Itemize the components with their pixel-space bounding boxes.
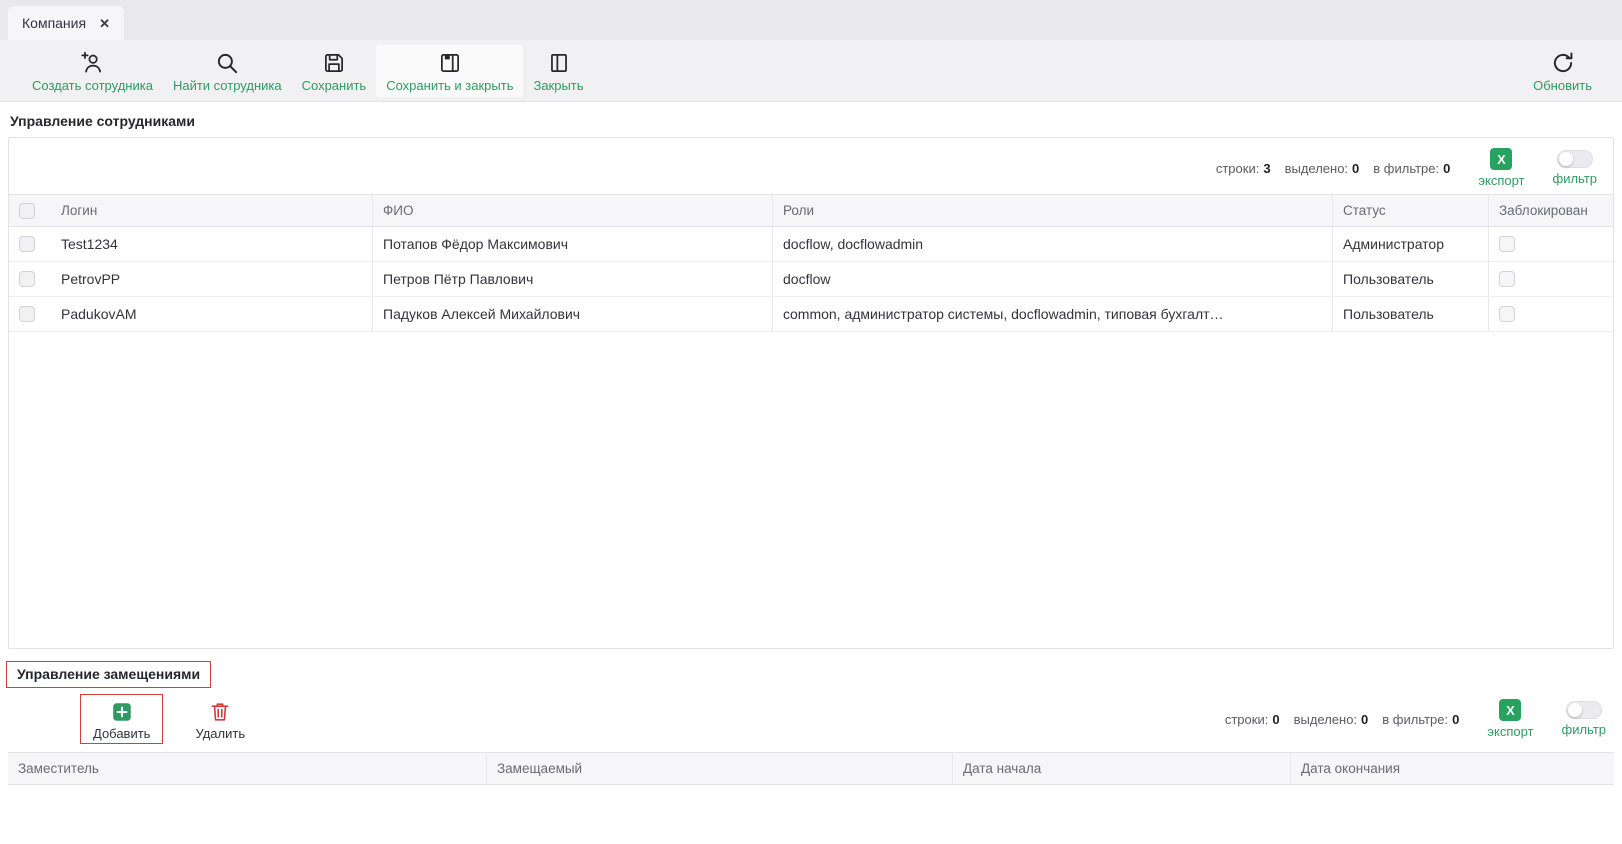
refresh-button[interactable]: Обновить <box>1523 45 1602 97</box>
employees-table-header: Логин ФИО Роли Статус Заблокирован <box>9 194 1613 227</box>
col-login[interactable]: Логин <box>51 195 373 226</box>
tab-label: Компания <box>22 15 86 31</box>
create-employee-label: Создать сотрудника <box>32 78 153 93</box>
find-employee-label: Найти сотрудника <box>173 78 282 93</box>
door-close-icon <box>546 50 572 76</box>
employees-grid-controls: строки:3 выделено:0 в фильтре:0 X экспор… <box>9 138 1613 194</box>
employees-table-empty-area <box>9 332 1613 648</box>
add-label: Добавить <box>93 726 150 741</box>
trash-icon <box>208 700 232 724</box>
substitutions-toolbar: Добавить Удалить строки:0 выделено:0 в ф… <box>0 688 1622 752</box>
selected-stat: выделено:0 <box>1294 712 1369 727</box>
person-add-icon <box>79 50 105 76</box>
header-checkbox-cell <box>9 195 51 226</box>
tab-company[interactable]: Компания ✕ <box>8 6 124 40</box>
filter-toggle[interactable] <box>1566 701 1602 719</box>
save-icon <box>321 50 347 76</box>
substitutions-table-header: Заместитель Замещаемый Дата начала Дата … <box>8 752 1614 785</box>
save-close-icon <box>437 50 463 76</box>
table-row[interactable]: PetrovPP Петров Пётр Павлович docflow По… <box>9 262 1613 297</box>
col-blocked[interactable]: Заблокирован <box>1489 195 1613 226</box>
table-row[interactable]: Test1234 Потапов Фёдор Максимович docflo… <box>9 227 1613 262</box>
col-start-date[interactable]: Дата начала <box>953 753 1291 784</box>
export-control[interactable]: X экспорт <box>1478 148 1524 188</box>
cell-login: PetrovPP <box>51 262 373 296</box>
selected-stat: выделено:0 <box>1285 161 1360 176</box>
blocked-checkbox[interactable] <box>1499 306 1515 322</box>
filter-label: фильтр <box>1562 722 1606 737</box>
add-icon <box>110 700 134 724</box>
excel-export-icon[interactable]: X <box>1490 148 1512 170</box>
save-button[interactable]: Сохранить <box>292 45 377 97</box>
save-and-close-button[interactable]: Сохранить и закрыть <box>376 45 523 97</box>
col-substituted[interactable]: Замещаемый <box>487 753 953 784</box>
cell-status: Пользователь <box>1333 262 1489 296</box>
select-all-checkbox[interactable] <box>19 203 35 219</box>
employees-panel: строки:3 выделено:0 в фильтре:0 X экспор… <box>8 137 1614 649</box>
row-checkbox[interactable] <box>19 236 35 252</box>
row-checkbox[interactable] <box>19 306 35 322</box>
row-checkbox-cell <box>9 227 51 261</box>
substitutions-grid-controls: строки:0 выделено:0 в фильтре:0 X экспор… <box>1225 699 1606 739</box>
tab-bar: Компания ✕ <box>0 0 1622 40</box>
col-roles[interactable]: Роли <box>773 195 1333 226</box>
row-checkbox-cell <box>9 297 51 331</box>
substitutions-toolbar-left: Добавить Удалить <box>80 694 251 744</box>
cell-blocked <box>1489 297 1613 331</box>
filter-label: фильтр <box>1553 171 1597 186</box>
close-button[interactable]: Закрыть <box>523 45 593 97</box>
add-annotation-box: Добавить <box>80 694 163 744</box>
tab-close-icon[interactable]: ✕ <box>99 17 110 30</box>
delete-substitution-button[interactable]: Удалить <box>189 698 251 741</box>
export-label: экспорт <box>1478 173 1524 188</box>
cell-blocked <box>1489 227 1613 261</box>
toggle-knob <box>1559 152 1573 166</box>
search-icon <box>214 50 240 76</box>
cell-roles: common, администратор системы, docflowad… <box>773 297 1333 331</box>
refresh-icon <box>1550 50 1576 76</box>
refresh-label: Обновить <box>1533 78 1592 93</box>
col-status[interactable]: Статус <box>1333 195 1489 226</box>
find-employee-button[interactable]: Найти сотрудника <box>163 45 292 97</box>
toggle-knob <box>1568 703 1582 717</box>
cell-fio: Падуков Алексей Михайлович <box>373 297 773 331</box>
col-end-date[interactable]: Дата окончания <box>1291 753 1614 784</box>
export-label: экспорт <box>1487 724 1533 739</box>
cell-blocked <box>1489 262 1613 296</box>
filter-toggle[interactable] <box>1557 150 1593 168</box>
save-and-close-label: Сохранить и закрыть <box>386 78 513 93</box>
row-checkbox[interactable] <box>19 271 35 287</box>
rows-stat: строки:3 <box>1216 161 1271 176</box>
filter-control[interactable]: фильтр <box>1562 701 1606 737</box>
rows-stat: строки:0 <box>1225 712 1280 727</box>
cell-status: Пользователь <box>1333 297 1489 331</box>
save-label: Сохранить <box>302 78 367 93</box>
cell-login: Test1234 <box>51 227 373 261</box>
filter-control[interactable]: фильтр <box>1553 150 1597 186</box>
filtered-stat: в фильтре:0 <box>1382 712 1459 727</box>
cell-status: Администратор <box>1333 227 1489 261</box>
cell-roles: docflow <box>773 262 1333 296</box>
main-toolbar: Создать сотрудника Найти сотрудника Сохр… <box>0 40 1622 102</box>
col-fio[interactable]: ФИО <box>373 195 773 226</box>
table-row[interactable]: PadukovAM Падуков Алексей Михайлович com… <box>9 297 1613 332</box>
export-control[interactable]: X экспорт <box>1487 699 1533 739</box>
delete-label: Удалить <box>195 726 245 741</box>
add-substitution-button[interactable]: Добавить <box>91 698 152 741</box>
excel-export-icon[interactable]: X <box>1499 699 1521 721</box>
col-substitute[interactable]: Заместитель <box>8 753 487 784</box>
filtered-stat: в фильтре:0 <box>1373 161 1450 176</box>
close-label: Закрыть <box>533 78 583 93</box>
cell-fio: Потапов Фёдор Максимович <box>373 227 773 261</box>
create-employee-button[interactable]: Создать сотрудника <box>22 45 163 97</box>
cell-fio: Петров Пётр Павлович <box>373 262 773 296</box>
row-checkbox-cell <box>9 262 51 296</box>
cell-roles: docflow, docflowadmin <box>773 227 1333 261</box>
cell-login: PadukovAM <box>51 297 373 331</box>
substitutions-section-title: Управление замещениями <box>6 661 211 688</box>
blocked-checkbox[interactable] <box>1499 271 1515 287</box>
blocked-checkbox[interactable] <box>1499 236 1515 252</box>
employees-section-title: Управление сотрудниками <box>10 113 1622 129</box>
